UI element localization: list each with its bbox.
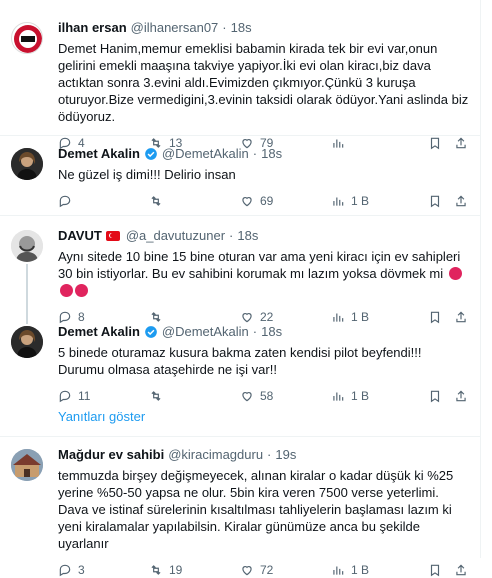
action-bar: 3 19 72 1 B	[58, 562, 470, 578]
timestamp[interactable]: 19s	[275, 447, 296, 463]
avatar[interactable]	[11, 148, 43, 180]
retweet-icon	[151, 565, 161, 575]
author-handle[interactable]: @a_davutuzuner	[126, 228, 225, 244]
tweet-text: Ne güzel iş dimi!!! Delirio insan	[58, 167, 236, 182]
reply-button[interactable]	[58, 194, 149, 208]
views-count: 1 B	[351, 389, 370, 403]
views-count: 1 B	[351, 194, 370, 208]
author-handle[interactable]: @DemetAkalin	[162, 146, 249, 162]
reply-thread: ilhan ersan @ilhanersan07 · 18s Demet Ha…	[0, 0, 481, 577]
retweet-icon	[151, 391, 161, 401]
tweet-header: Mağdur ev sahibi @kiracimagduru · 19s	[58, 447, 470, 463]
like-icon	[242, 392, 252, 402]
reply-count: 3	[78, 563, 85, 577]
views-icon	[333, 197, 344, 206]
avatar[interactable]	[11, 230, 43, 262]
like-button[interactable]: 72	[240, 563, 331, 577]
reply-button[interactable]: 11	[58, 389, 149, 403]
tweet-tools	[428, 563, 468, 577]
author-name[interactable]: Demet Akalin	[58, 146, 140, 162]
views-count: 1 B	[351, 563, 370, 577]
tweet-tools	[428, 194, 468, 208]
avatar[interactable]	[11, 449, 43, 481]
views-icon	[333, 392, 344, 401]
turkish-flag-icon	[105, 231, 120, 241]
tweet[interactable]: ilhan ersan @ilhanersan07 · 18s Demet Ha…	[0, 0, 480, 150]
share-icon[interactable]	[454, 194, 468, 208]
author-name[interactable]: DAVUT	[58, 228, 102, 244]
like-icon	[242, 566, 252, 576]
timestamp[interactable]: 18s	[237, 228, 258, 244]
reply-count: 11	[78, 389, 91, 403]
views-button[interactable]: 1 B	[331, 563, 422, 577]
like-button[interactable]: 69	[240, 194, 331, 208]
reply-icon	[59, 390, 71, 403]
author-name[interactable]: Mağdur ev sahibi	[58, 447, 164, 463]
share-icon[interactable]	[454, 563, 468, 577]
retweet-count: 19	[169, 563, 183, 577]
author-handle[interactable]: @kiracimagduru	[168, 447, 263, 463]
tweet[interactable]: Demet Akalin @DemetAkalin · 18s Ne güzel…	[0, 136, 480, 216]
views-button[interactable]: 1 B	[331, 194, 422, 208]
tweet-text-content: Aynı sitede 10 bine 15 bine oturan var a…	[58, 249, 461, 281]
tweet-header: ilhan ersan @ilhanersan07 · 18s	[58, 20, 470, 36]
timestamp[interactable]: 18s	[261, 146, 282, 162]
angry-emoji-icon	[448, 267, 462, 280]
tweet[interactable]: Mağdur ev sahibi @kiracimagduru · 19s te…	[0, 437, 480, 577]
reply-icon	[59, 195, 71, 208]
tweet[interactable]: Demet Akalin @DemetAkalin · 18s 5 binede…	[0, 312, 480, 403]
separator-dot: ·	[252, 146, 258, 161]
bookmark-icon[interactable]	[428, 194, 442, 208]
like-count: 58	[260, 389, 274, 403]
angry-emoji-icon	[60, 284, 73, 297]
angry-emoji-icon	[75, 284, 88, 297]
avatar[interactable]	[11, 22, 43, 54]
tweet-header: Demet Akalin @DemetAkalin · 18s	[58, 324, 470, 340]
author-handle[interactable]: @DemetAkalin	[162, 324, 249, 340]
author-name[interactable]: Demet Akalin	[58, 324, 140, 340]
separator-dot: ·	[222, 20, 227, 35]
retweet-button[interactable]: 19	[149, 563, 240, 577]
share-icon[interactable]	[454, 389, 468, 403]
separator-dot: ·	[267, 447, 272, 462]
tweet-header: Demet Akalin @DemetAkalin · 18s	[58, 146, 470, 162]
tweet[interactable]: DAVUT @a_davutuzuner · 18s Aynı sitede 1…	[0, 216, 480, 324]
action-bar: 69 1 B	[58, 193, 470, 209]
tweet-text: Demet Hanim,memur emeklisi babamin kirad…	[58, 41, 469, 124]
tweet-tools	[428, 389, 468, 403]
separator-dot: ·	[229, 228, 234, 243]
verified-icon	[145, 326, 157, 338]
bookmark-icon[interactable]	[428, 389, 442, 403]
author-handle[interactable]: @ilhanersan07	[131, 20, 219, 36]
like-count: 69	[260, 194, 274, 208]
views-button[interactable]: 1 B	[331, 389, 422, 403]
like-button[interactable]: 58	[240, 389, 331, 403]
retweet-button[interactable]	[149, 194, 240, 208]
reply-icon	[59, 564, 71, 577]
reply-button[interactable]: 3	[58, 563, 149, 577]
separator-dot: ·	[252, 324, 258, 339]
action-bar: 11 58 1 B	[58, 388, 470, 404]
bookmark-icon[interactable]	[428, 563, 442, 577]
tweet-header: DAVUT @a_davutuzuner · 18s	[58, 228, 470, 244]
avatar[interactable]	[11, 326, 43, 358]
like-icon	[242, 197, 252, 207]
retweet-button[interactable]	[149, 389, 240, 403]
retweet-icon	[151, 196, 161, 206]
timestamp[interactable]: 18s	[231, 20, 252, 36]
author-name[interactable]: ilhan ersan	[58, 20, 127, 36]
views-icon	[333, 566, 344, 575]
verified-icon	[145, 148, 157, 160]
timestamp[interactable]: 18s	[261, 324, 282, 340]
tweet-text: temmuzda birşey değişmeyecek, alınan kir…	[58, 468, 454, 551]
tweet-text: Aynı sitede 10 bine 15 bine oturan var a…	[58, 248, 470, 299]
tweet-text: 5 binede oturamaz kusura bakma zaten ken…	[58, 345, 422, 377]
like-count: 72	[260, 563, 274, 577]
